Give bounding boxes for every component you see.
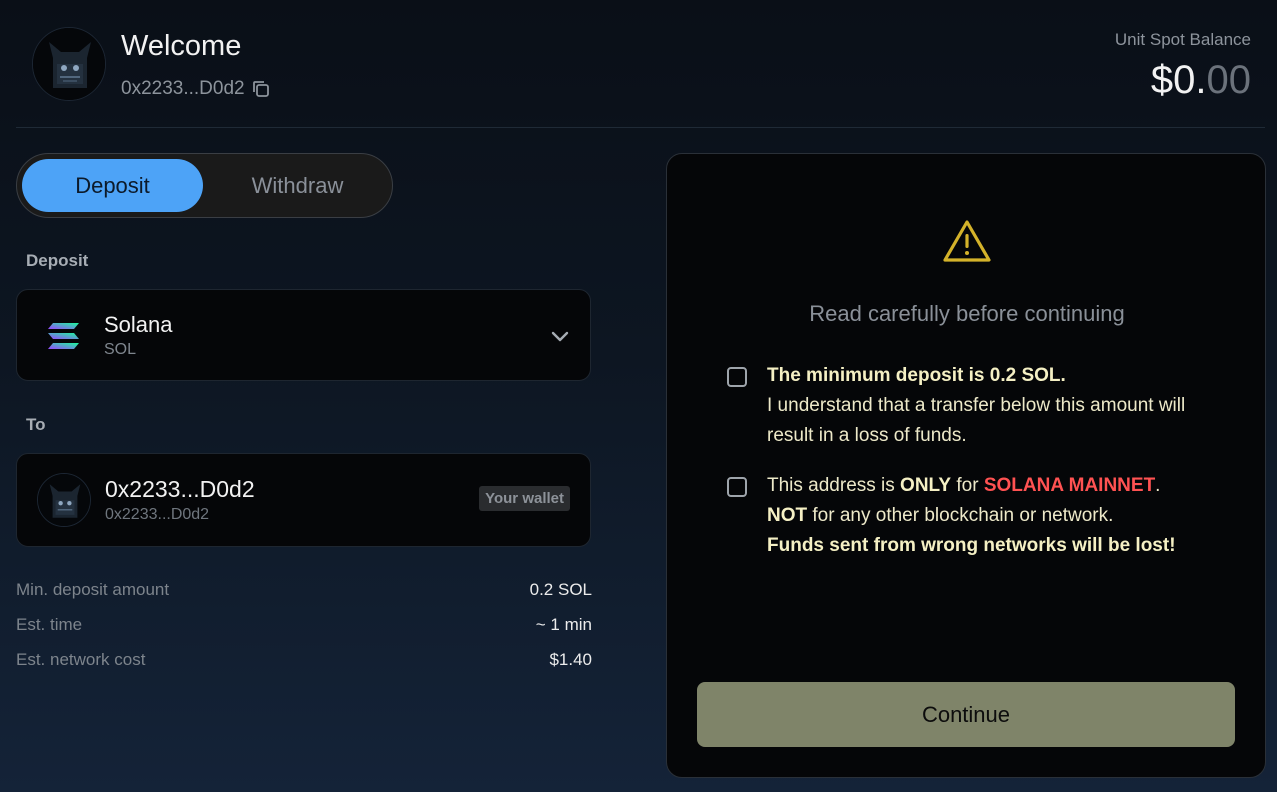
info-value: $1.40 <box>549 650 592 669</box>
solana-logo-icon <box>47 320 81 352</box>
to-section-label: To <box>26 415 46 434</box>
min-deposit-checkbox[interactable] <box>727 367 747 387</box>
avatar-image-icon <box>33 28 105 100</box>
continue-button[interactable]: Continue <box>697 682 1235 747</box>
info-value: ~ 1 min <box>535 615 592 634</box>
your-wallet-badge: Your wallet <box>479 486 570 511</box>
network-text-c: . <box>1155 475 1161 496</box>
panel-title: Read carefully before continuing <box>809 301 1125 326</box>
network-name: SOLANA MAINNET <box>983 475 1156 496</box>
destination-wallet-card: 0x2233...D0d2 0x2233...D0d2 Your wallet <box>16 453 591 547</box>
info-row-min-deposit: Min. deposit amount 0.2 SOL <box>16 580 592 600</box>
header-divider <box>16 127 1265 128</box>
asset-name: Solana <box>104 312 173 337</box>
info-label: Est. network cost <box>16 650 146 669</box>
network-ack-text: This address is ONLY for SOLANA MAINNET.… <box>767 471 1197 561</box>
avatar <box>32 27 106 101</box>
tab-deposit[interactable]: Deposit <box>22 159 203 212</box>
warning-panel: Read carefully before continuing The min… <box>666 153 1266 778</box>
wallet-address-sub: 0x2233...D0d2 <box>105 506 210 523</box>
info-row-est-time: Est. time ~ 1 min <box>16 615 592 635</box>
info-value: 0.2 SOL <box>529 580 592 599</box>
chevron-down-icon[interactable] <box>548 324 572 348</box>
min-deposit-bold: The minimum deposit is 0.2 SOL. <box>767 365 1066 386</box>
avatar-image-icon <box>38 474 90 526</box>
deposit-section-label: Deposit <box>26 251 89 270</box>
balance-integer: $0. <box>1150 58 1207 102</box>
page-title: Welcome <box>121 30 242 62</box>
network-warning-bold: Funds sent from wrong networks will be l… <box>767 535 1176 556</box>
network-not: NOT <box>767 505 808 526</box>
balance-value: $0.00 <box>1151 58 1251 103</box>
tab-withdraw[interactable]: Withdraw <box>207 159 388 212</box>
network-text-a: This address is <box>767 475 901 496</box>
info-row-network-cost: Est. network cost $1.40 <box>16 650 592 670</box>
balance-label: Unit Spot Balance <box>1114 30 1251 49</box>
asset-selector[interactable]: Solana SOL <box>16 289 591 381</box>
network-checkbox[interactable] <box>727 477 747 497</box>
network-text-b: for <box>951 475 984 496</box>
asset-symbol: SOL <box>104 341 137 358</box>
network-text-d: for any other blockchain or network. <box>807 505 1114 526</box>
copy-icon[interactable] <box>251 79 271 99</box>
balance-decimals: 00 <box>1206 58 1252 102</box>
min-deposit-text: I understand that a transfer below this … <box>767 395 1186 446</box>
address-text: 0x2233...D0d2 <box>121 78 245 99</box>
wallet-address: 0x2233...D0d2 <box>105 476 255 502</box>
min-deposit-ack-text: The minimum deposit is 0.2 SOL. I unders… <box>767 361 1197 451</box>
deposit-withdraw-tabs: Deposit Withdraw <box>16 153 393 218</box>
header: Welcome 0x2233...D0d2 Unit Spot Balance … <box>0 0 1277 128</box>
info-label: Est. time <box>16 615 83 634</box>
wallet-avatar <box>37 473 91 527</box>
network-only: ONLY <box>900 475 952 496</box>
header-address: 0x2233...D0d2 <box>121 78 271 100</box>
info-label: Min. deposit amount <box>16 580 170 599</box>
warning-triangle-icon <box>941 218 993 264</box>
